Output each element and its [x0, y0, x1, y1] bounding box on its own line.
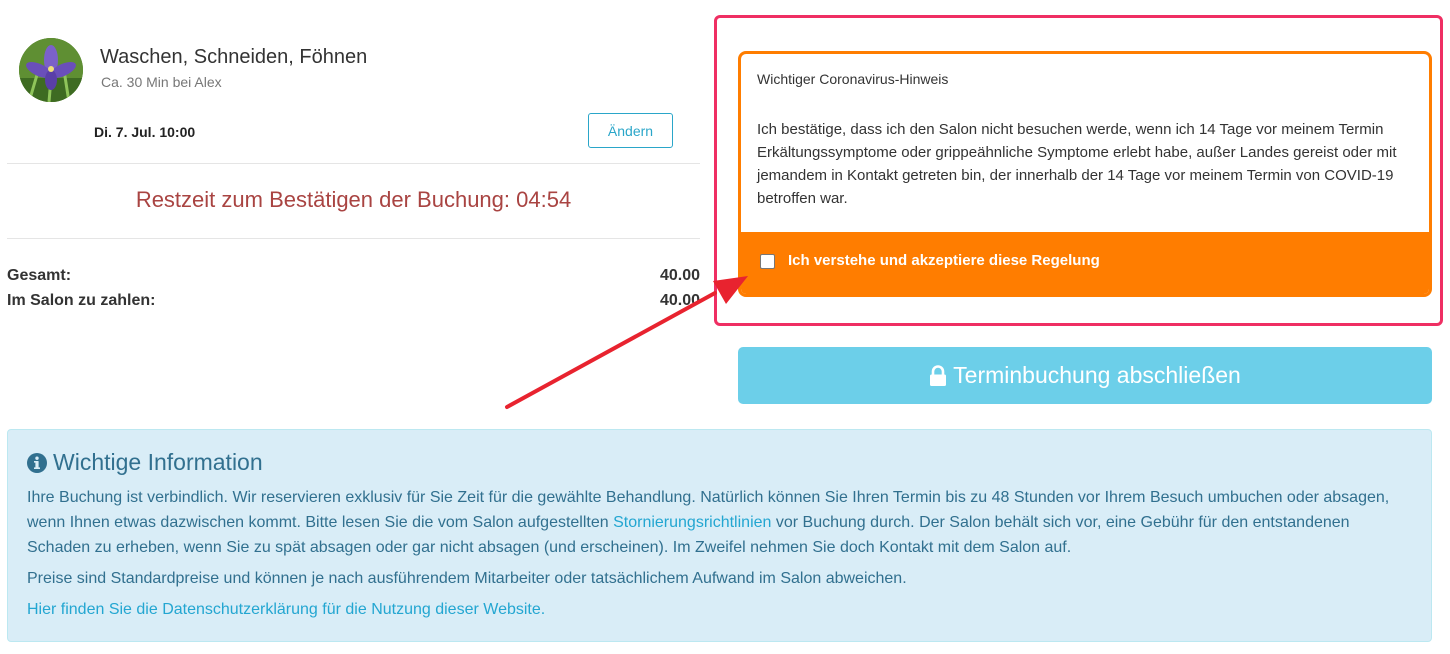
total-value: 40.00	[659, 267, 700, 284]
pay-in-salon-value: 40.00	[659, 292, 700, 309]
lock-icon	[929, 364, 947, 387]
notice-title: Wichtiger Coronavirus-Hinweis	[757, 71, 949, 87]
service-image	[19, 38, 83, 102]
accept-label[interactable]: Ich verstehe und akzeptiere diese Regelu…	[788, 252, 1100, 269]
notice-body: Ich bestätige, dass ich den Salon nicht …	[757, 121, 1397, 207]
complete-booking-label: Terminbuchung abschließen	[953, 362, 1241, 388]
price-info-paragraph: Preise sind Standardpreise und können je…	[27, 570, 907, 587]
service-subtitle: Ca. 30 Min bei Alex	[101, 74, 222, 90]
complete-booking-button[interactable]: Terminbuchung abschließen	[738, 347, 1432, 404]
info-paragraph: Ihre Buchung ist verbindlich. Wir reserv…	[27, 485, 1417, 560]
privacy-policy-link[interactable]: Hier finden Sie die Datenschutzerklärung…	[27, 597, 545, 622]
service-title: Waschen, Schneiden, Föhnen	[100, 46, 368, 68]
info-title: Wichtige Information	[53, 449, 263, 475]
important-info-panel: Wichtige Information Ihre Buchung ist ve…	[7, 429, 1432, 642]
notice-footer: Ich verstehe und akzeptiere diese Regelu…	[741, 232, 1429, 294]
total-label: Gesamt:	[7, 267, 72, 284]
appointment-date: Di. 7. Jul. 10:00	[94, 124, 196, 140]
accept-checkbox[interactable]	[760, 254, 775, 269]
cancellation-policy-link[interactable]: Stornierungsrichtlinien	[613, 514, 771, 531]
info-circle-icon	[27, 452, 47, 473]
change-button[interactable]: Ändern	[588, 113, 673, 148]
info-header: Wichtige Information	[27, 449, 263, 476]
divider	[7, 238, 700, 239]
coronavirus-notice: Wichtiger Coronavirus-Hinweis Ich bestät…	[738, 51, 1432, 297]
pay-in-salon-label: Im Salon zu zahlen:	[7, 292, 156, 309]
divider	[7, 163, 700, 164]
confirmation-timer: Restzeit zum Bestätigen der Buchung: 04:…	[135, 187, 572, 212]
